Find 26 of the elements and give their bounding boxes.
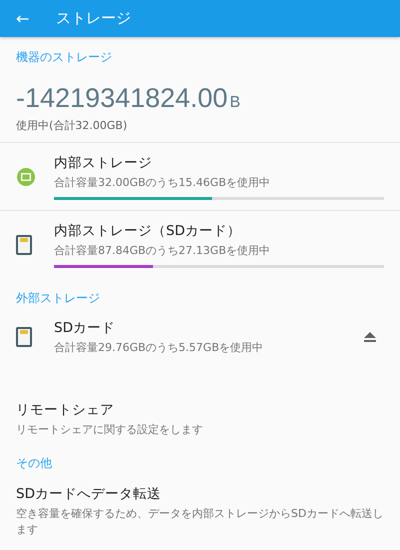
section-header: 外部ストレージ (15, 290, 101, 307)
storage-item[interactable]: 内部ストレージ（SDカード） 合計容量87.84GBのうち27.13GBを使用中 (0, 210, 400, 278)
app-bar-title: ストレージ (56, 9, 131, 28)
used-caption: 使用中(合計32.00GB) (15, 118, 128, 134)
storage-item[interactable]: SDカード 合計容量29.76GBのうち5.57GBを使用中 (0, 308, 400, 395)
sd-card-icon (16, 235, 32, 255)
section-header: 機器のストレージ (15, 49, 113, 66)
item-title: リモートシェア (16, 401, 115, 419)
storage-summary: 合計容量29.76GBのうち5.57GBを使用中 (54, 340, 264, 355)
storage-name: SDカード (54, 319, 116, 337)
storage-name: 内部ストレージ (54, 154, 153, 172)
used-value: -14219341824.00 (16, 83, 228, 114)
remote-share-item[interactable]: リモートシェア リモートシェアに関する設定をします (0, 395, 400, 443)
chip-icon (16, 167, 36, 187)
item-title: SDカードへデータ転送 (16, 485, 162, 503)
item-summary: 空き容量を確保するため、データを内部ストレージからSDカードへ転送します (16, 506, 384, 538)
storage-summary: 合計容量87.84GBのうち27.13GBを使用中 (54, 243, 272, 258)
storage-summary: 合計容量32.00GBのうち15.46GBを使用中 (54, 175, 272, 190)
sd-card-icon (16, 327, 32, 347)
storage-name: 内部ストレージ（SDカード） (54, 222, 242, 240)
item-summary: リモートシェアに関する設定をします (16, 422, 204, 437)
section-header: その他 (15, 455, 53, 472)
settings-item[interactable]: SDカードへデータ転送 空き容量を確保するため、データを内部ストレージからSDカードへ転送します (0, 473, 400, 544)
eject-icon[interactable] (364, 332, 376, 342)
storage-item[interactable]: 内部ストレージ 合計容量32.00GBのうち15.46GBを使用中 (0, 142, 400, 210)
used-unit: B (230, 94, 240, 112)
